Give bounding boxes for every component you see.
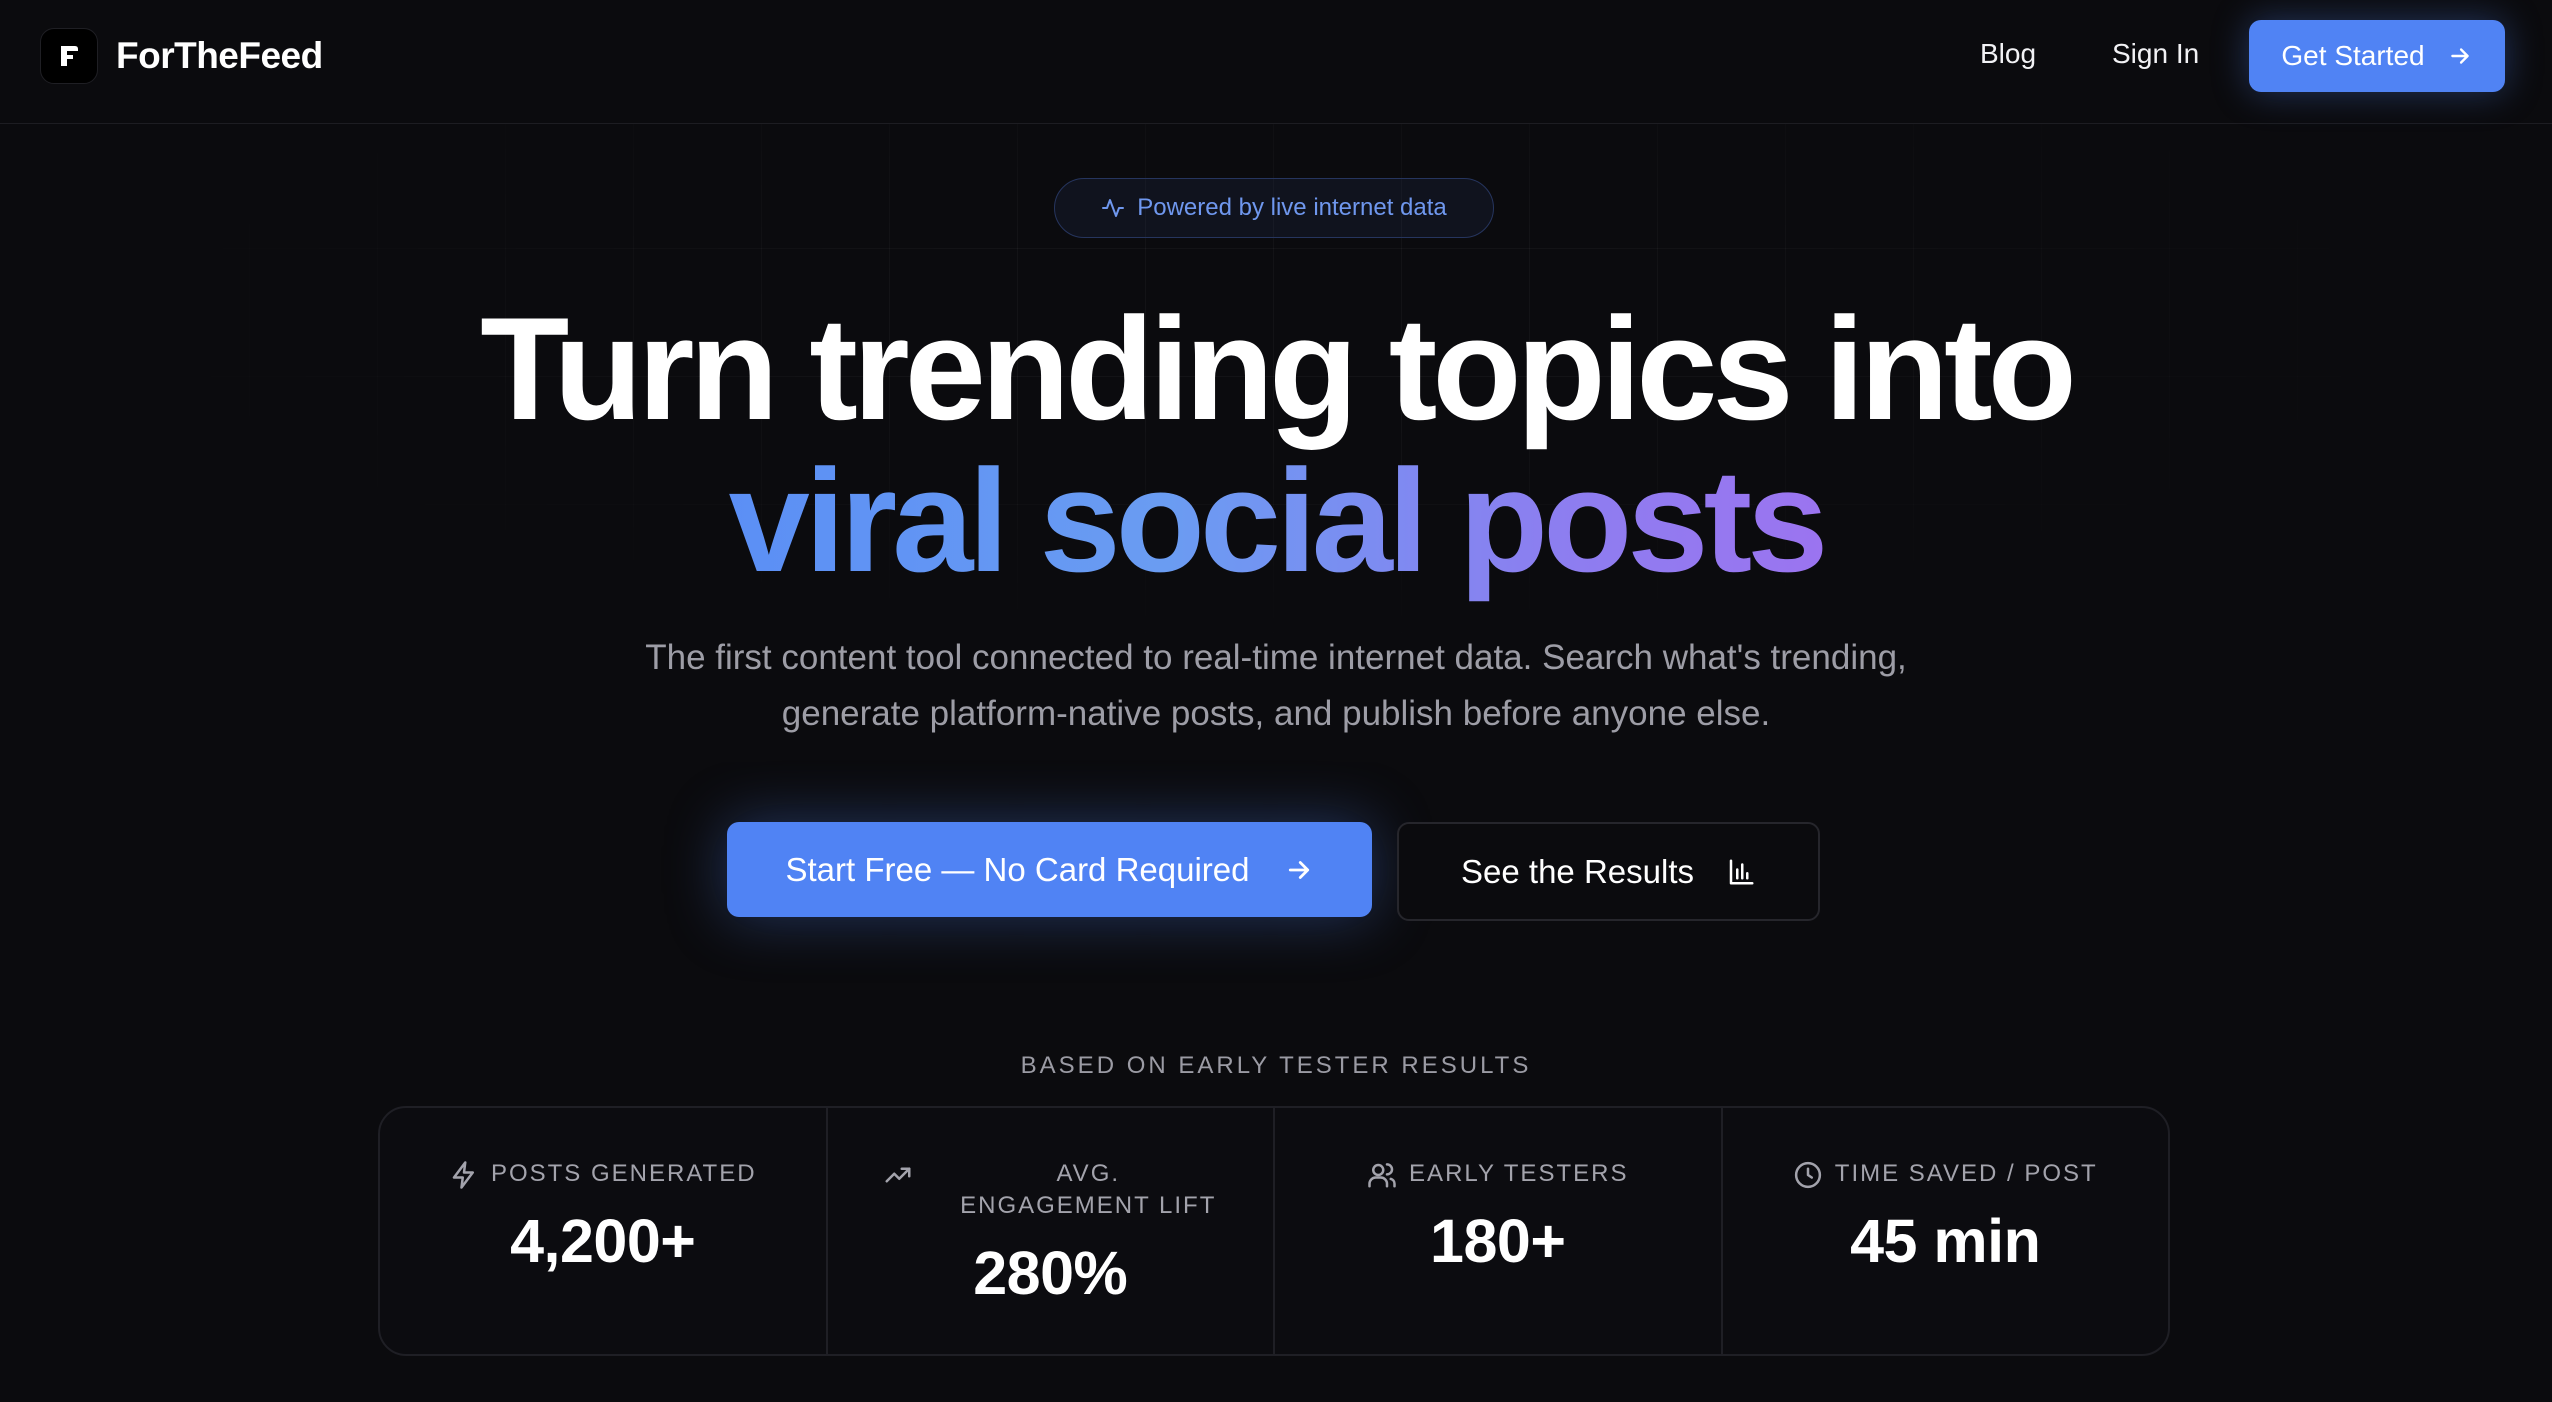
nav-link-blog[interactable]: Blog [1980,38,2036,70]
stat-posts-generated: POSTS GENERATED 4,200+ [380,1108,828,1354]
get-started-label: Get Started [2281,40,2425,71]
stat-label: TIME SAVED / POST [1834,1160,2098,1187]
start-free-label: Start Free — No Card Required [785,850,1250,888]
stat-engagement-lift: AVG. ENGAGEMENT LIFT 280% [828,1108,1275,1354]
brand-mark-icon [40,28,98,84]
top-nav: ForTheFeed Blog Sign In Get Started [0,0,2552,124]
headline-line-2: viral social posts [0,448,2552,594]
see-results-button[interactable]: See the Results [1397,822,1820,921]
start-free-button[interactable]: Start Free — No Card Required [727,822,1372,917]
activity-icon [1101,196,1125,220]
zap-icon [449,1160,479,1190]
get-started-button[interactable]: Get Started [2249,20,2505,92]
results-section-label: BASED ON EARLY TESTER RESULTS [1020,1052,1532,1079]
live-data-badge: Powered by live internet data [1054,178,1494,238]
bar-chart-icon [1726,857,1756,887]
users-icon [1367,1160,1397,1190]
nav-link-sign-in[interactable]: Sign In [2112,38,2199,70]
stat-value: 180+ [1430,1207,1566,1275]
see-results-label: See the Results [1461,852,1694,890]
stat-value: 45 min [1850,1207,2041,1275]
stat-label: AVG. ENGAGEMENT LIFT [960,1160,1217,1219]
headline-gradient-text: viral social posts [728,439,1829,602]
stat-time-saved: TIME SAVED / POST 45 min [1723,1108,2169,1354]
clock-icon [1793,1160,1823,1190]
trending-up-icon [882,1160,914,1190]
stat-value: 280% [973,1239,1128,1307]
brand-logo[interactable]: ForTheFeed [40,28,323,84]
subtitle-line-1: The first content tool connected to real… [645,638,1907,677]
landing-page: ForTheFeed Blog Sign In Get Started Powe… [0,0,2552,1402]
stat-label: POSTS GENERATED [490,1160,757,1187]
subtitle-line-2: generate platform-native posts, and publ… [781,694,1771,733]
brand-name: ForTheFeed [116,35,323,76]
arrow-right-icon [2447,43,2473,69]
stat-early-testers: EARLY TESTERS 180+ [1275,1108,1723,1354]
headline-line-1: Turn trending topics into [480,287,2077,450]
stat-label: EARLY TESTERS [1409,1160,1629,1187]
arrow-right-icon [1284,855,1314,885]
stats-panel: POSTS GENERATED 4,200+ AVG. ENGAGEMENT L… [378,1106,2170,1356]
badge-text: Powered by live internet data [1137,194,1447,221]
stat-value: 4,200+ [510,1207,696,1275]
